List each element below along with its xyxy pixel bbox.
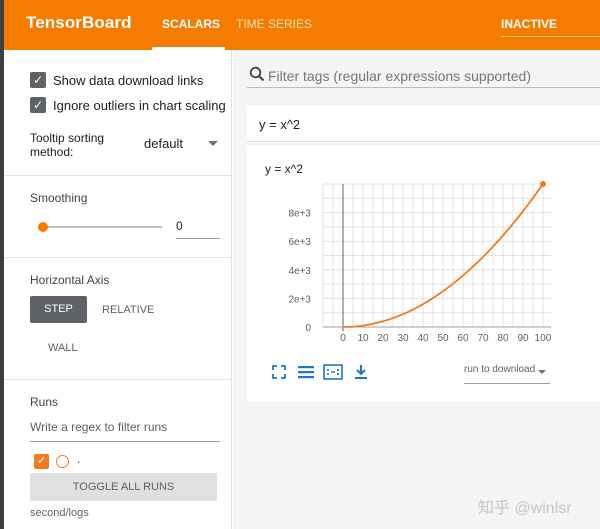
run-checkbox-checked-icon[interactable]: ✓ <box>34 454 49 469</box>
x-tick-label: 20 <box>377 333 389 344</box>
tab-scalars[interactable]: SCALARS <box>162 17 220 31</box>
x-tick-label: 90 <box>517 333 529 344</box>
tab-time-series[interactable]: TIME SERIES <box>236 17 312 31</box>
smoothing-slider-handle[interactable] <box>38 222 48 232</box>
x-tick-label: 0 <box>340 333 346 344</box>
tag-group-title: y = x^2 <box>259 117 301 132</box>
x-tick-label: 100 <box>535 333 552 344</box>
tooltip-sorting-select[interactable]: default <box>144 136 220 156</box>
horizontal-axis-label: Horizontal Axis <box>30 273 110 287</box>
smoothing-value-input[interactable]: 0 <box>176 219 220 239</box>
ignore-outliers-label: Ignore outliers in chart scaling <box>53 97 226 113</box>
tooltip-sorting-label: Tooltip sorting method: <box>30 131 105 159</box>
fullscreen-icon[interactable] <box>271 364 287 380</box>
y-tick-label: 4e+3 <box>288 266 311 277</box>
x-tick-label: 50 <box>437 333 449 344</box>
x-tick-label: 10 <box>357 333 369 344</box>
divider <box>4 379 232 380</box>
watermark: 知乎 @winlsr <box>478 500 572 517</box>
divider <box>4 175 232 176</box>
y-tick-label: 0 <box>305 323 311 334</box>
checkbox-checked-icon[interactable]: ✓ <box>30 72 46 88</box>
tag-filter-placeholder: Filter tags (regular expressions support… <box>268 68 532 84</box>
checkbox-checked-icon[interactable]: ✓ <box>30 97 46 113</box>
smoothing-slider-track[interactable] <box>44 226 162 228</box>
x-tick-label: 70 <box>477 333 489 344</box>
tag-group-header[interactable]: y = x^2 <box>247 106 600 142</box>
toggle-all-runs-button[interactable]: TOGGLE ALL RUNS <box>30 473 217 501</box>
top-bar: TensorBoard SCALARS TIME SERIES INACTIVE <box>4 0 600 50</box>
search-icon <box>249 66 265 82</box>
ignore-outliers-option[interactable]: ✓ Ignore outliers in chart scaling <box>30 97 226 113</box>
tag-filter-input[interactable]: Filter tags (regular expressions support… <box>247 64 600 88</box>
main-panel: Filter tags (regular expressions support… <box>233 50 600 529</box>
scalar-chart-card: y = x^2 0 2e+3 4e+3 6e+3 8e+3 0 10 20 30 40 50 60 70… <box>247 146 600 402</box>
log-scale-icon[interactable] <box>297 364 315 380</box>
x-tick-label: 30 <box>397 333 409 344</box>
sidebar: ✓ Show data download links ✓ Ignore outl… <box>4 50 232 529</box>
show-download-links-label: Show data download links <box>53 72 204 88</box>
smoothing-label: Smoothing <box>30 191 88 205</box>
runs-filter-input[interactable]: Write a regex to filter runs <box>30 420 220 442</box>
axis-step-button[interactable]: STEP <box>30 296 87 323</box>
axis-relative-button[interactable]: RELATIVE <box>102 304 154 316</box>
tooltip-sorting-value: default <box>144 136 184 151</box>
app-title: TensorBoard <box>26 13 132 32</box>
show-download-links-option[interactable]: ✓ Show data download links <box>30 72 226 88</box>
chevron-down-icon <box>208 141 218 146</box>
divider <box>4 257 232 258</box>
fit-domain-icon[interactable] <box>323 364 343 380</box>
x-tick-label: 80 <box>497 333 509 344</box>
data-point <box>540 181 546 187</box>
plugin-status-dropdown[interactable]: INACTIVE <box>501 17 557 31</box>
x-tick-label: 60 <box>457 333 469 344</box>
run-name-label: . <box>77 452 81 466</box>
status-underline <box>501 36 600 37</box>
chevron-down-icon <box>538 370 546 374</box>
run-color-swatch[interactable] <box>56 455 69 468</box>
run-download-select[interactable]: run to download <box>464 364 550 384</box>
axis-wall-button[interactable]: WALL <box>48 342 78 354</box>
download-icon[interactable] <box>353 364 369 380</box>
runs-label: Runs <box>30 395 59 409</box>
line-chart[interactable]: 0 2e+3 4e+3 6e+3 8e+3 0 10 20 30 40 50 60 70 80 90 100 <box>247 146 600 360</box>
y-tick-label: 6e+3 <box>288 237 311 248</box>
y-tick-label: 8e+3 <box>288 209 311 220</box>
run-download-select-value: run to download <box>464 364 536 375</box>
y-tick-label: 2e+3 <box>288 294 311 305</box>
logdir-label: second/logs <box>30 507 89 519</box>
x-tick-label: 40 <box>417 333 429 344</box>
